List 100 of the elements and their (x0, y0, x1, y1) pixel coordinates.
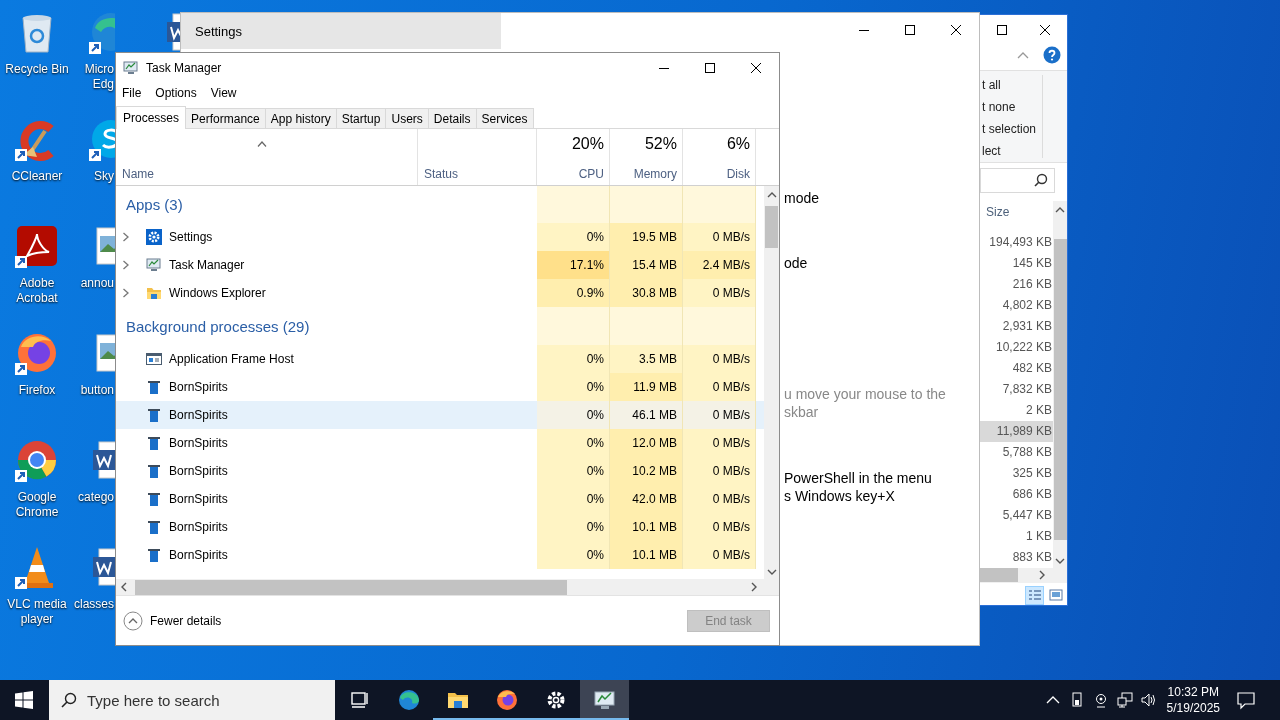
process-row[interactable]: BornSpirits 0% 12.0 MB 0 MB/s (116, 429, 764, 457)
scroll-thumb[interactable] (1053, 238, 1067, 540)
ribbon-command[interactable]: t all (982, 73, 1042, 96)
tab[interactable]: Processes (116, 106, 187, 129)
process-row[interactable]: Settings 0% 19.5 MB 0 MB/s (116, 223, 764, 251)
process-row[interactable]: BornSpirits 0% 46.1 MB 0 MB/s (116, 401, 764, 429)
network-icon[interactable] (1116, 692, 1133, 708)
windows-logo-icon (15, 691, 33, 709)
chevron-icon[interactable] (122, 232, 130, 242)
ribbon-command[interactable]: lect (982, 139, 1042, 162)
window-title: Task Manager (146, 61, 223, 75)
tab[interactable]: Startup (335, 108, 387, 128)
clock-time: 10:32 PM (1167, 684, 1219, 700)
process-row[interactable]: BornSpirits 0% 10.1 MB 0 MB/s (116, 541, 764, 569)
process-row[interactable]: BornSpirits 0% 11.9 MB 0 MB/s (116, 373, 764, 401)
details-view-button[interactable] (1025, 585, 1044, 605)
search-field[interactable]: Type here to search (87, 691, 327, 709)
tab[interactable]: Performance (185, 108, 266, 128)
notification-icon[interactable] (1236, 690, 1256, 710)
chevron-icon[interactable] (122, 288, 130, 298)
picture-view-icon (1048, 588, 1063, 602)
ribbon-command[interactable]: t none (982, 95, 1042, 118)
clock[interactable]: 10:32 PM 5/19/2025 (1166, 684, 1220, 716)
process-row[interactable]: Application Frame Host 0% 3.5 MB 0 MB/s (116, 345, 764, 373)
column-header[interactable]: CPU (578, 167, 604, 181)
search-field[interactable] (980, 167, 1055, 193)
column-header[interactable]: Memory (633, 167, 677, 181)
icon-label: Micro Edg (84, 62, 114, 92)
file-size[interactable]: 7,832 KB (980, 378, 1053, 400)
scroll-down-icon[interactable] (766, 569, 777, 575)
scrollbar[interactable] (980, 567, 1067, 583)
search-icon (61, 692, 77, 708)
file-size[interactable]: 145 KB (980, 252, 1053, 274)
tab[interactable]: Users (385, 108, 429, 128)
disk-cell: 0 MB/s (683, 223, 756, 251)
scroll-left-icon[interactable] (121, 582, 127, 592)
file-size[interactable]: 4,802 KB (980, 294, 1053, 316)
tab[interactable]: Details (427, 108, 477, 128)
scroll-thumb[interactable] (765, 206, 778, 248)
fewer-details-button[interactable]: Fewer details (123, 610, 222, 631)
process-row[interactable]: BornSpirits 0% 42.0 MB 0 MB/s (116, 485, 764, 513)
caret-up-icon[interactable] (1017, 51, 1029, 60)
file-size[interactable]: 10,222 KB (980, 336, 1053, 358)
process-row[interactable]: Task Manager 17.1% 15.4 MB 2.4 MB/s (116, 251, 764, 279)
scroll-right-icon[interactable] (1039, 570, 1045, 581)
file-size[interactable]: 216 KB (980, 273, 1053, 295)
close-icon (750, 62, 762, 74)
file-size[interactable]: 883 KB (980, 546, 1053, 568)
taskbar-app-button[interactable] (580, 680, 629, 720)
scroll-down-icon[interactable] (1055, 557, 1065, 564)
file-size[interactable]: 194,493 KB (980, 231, 1053, 253)
scroll-thumb[interactable] (135, 579, 567, 595)
menu-item[interactable]: File (121, 86, 149, 100)
menu-item[interactable]: View (209, 86, 244, 100)
file-size[interactable]: 686 KB (980, 483, 1053, 505)
scroll-right-icon[interactable] (751, 582, 757, 592)
process-row[interactable]: BornSpirits 0% 10.1 MB 0 MB/s (116, 513, 764, 541)
chevron-icon[interactable] (122, 260, 130, 270)
scroll-up-icon[interactable] (1055, 206, 1065, 213)
scrollbar[interactable] (764, 186, 779, 579)
process-row[interactable]: BornSpirits 0% 10.2 MB 0 MB/s (116, 457, 764, 485)
volume-icon[interactable] (1140, 692, 1157, 708)
icon-label: Recycle Bin (5, 62, 69, 77)
disk-cell: 0 MB/s (683, 279, 756, 307)
menu-item[interactable]: Options (154, 86, 204, 100)
file-size[interactable]: 1 KB (980, 525, 1053, 547)
scroll-up-icon[interactable] (766, 192, 777, 198)
app-icon (146, 463, 162, 479)
file-size[interactable]: 482 KB (980, 357, 1053, 379)
search-box[interactable]: Type here to search (49, 680, 335, 720)
disk-cell: 0 MB/s (683, 485, 756, 513)
scrollbar[interactable] (116, 579, 779, 595)
column-header[interactable]: Disk (726, 167, 750, 181)
group-heading: Apps (3) (126, 196, 183, 213)
ribbon-command[interactable]: t selection (982, 117, 1042, 140)
help-icon[interactable] (1043, 46, 1061, 65)
file-size[interactable]: 11,989 KB (980, 420, 1053, 442)
window-icon (146, 351, 162, 367)
tab[interactable]: App history (264, 108, 337, 128)
process-row[interactable]: Windows Explorer 0.9% 30.8 MB 0 MB/s (116, 279, 764, 307)
memory-cell: 15.4 MB (610, 251, 683, 279)
setting-text: ode (784, 254, 809, 272)
monitor-icon (122, 60, 140, 76)
scrollbar[interactable] (1053, 200, 1067, 568)
file-size[interactable]: 5,447 KB (980, 504, 1053, 526)
file-size[interactable]: 2 KB (980, 399, 1053, 421)
scroll-thumb[interactable] (980, 568, 1018, 583)
tab[interactable]: Services (475, 108, 534, 128)
app-icon (146, 491, 162, 507)
column-header[interactable]: Status (424, 167, 531, 181)
file-size[interactable]: 325 KB (980, 462, 1053, 484)
file-size[interactable]: 5,788 KB (980, 441, 1053, 463)
usage-percent: 52% (644, 135, 677, 153)
cpu-cell: 0% (537, 223, 610, 251)
sort-caret-icon (257, 141, 267, 147)
cpu-cell: 0% (537, 345, 610, 373)
usage-percent: 20% (571, 135, 604, 153)
column-header[interactable]: Name (122, 167, 412, 181)
file-size[interactable]: 2,931 KB (980, 315, 1053, 337)
column-header[interactable]: Size (980, 200, 1053, 223)
